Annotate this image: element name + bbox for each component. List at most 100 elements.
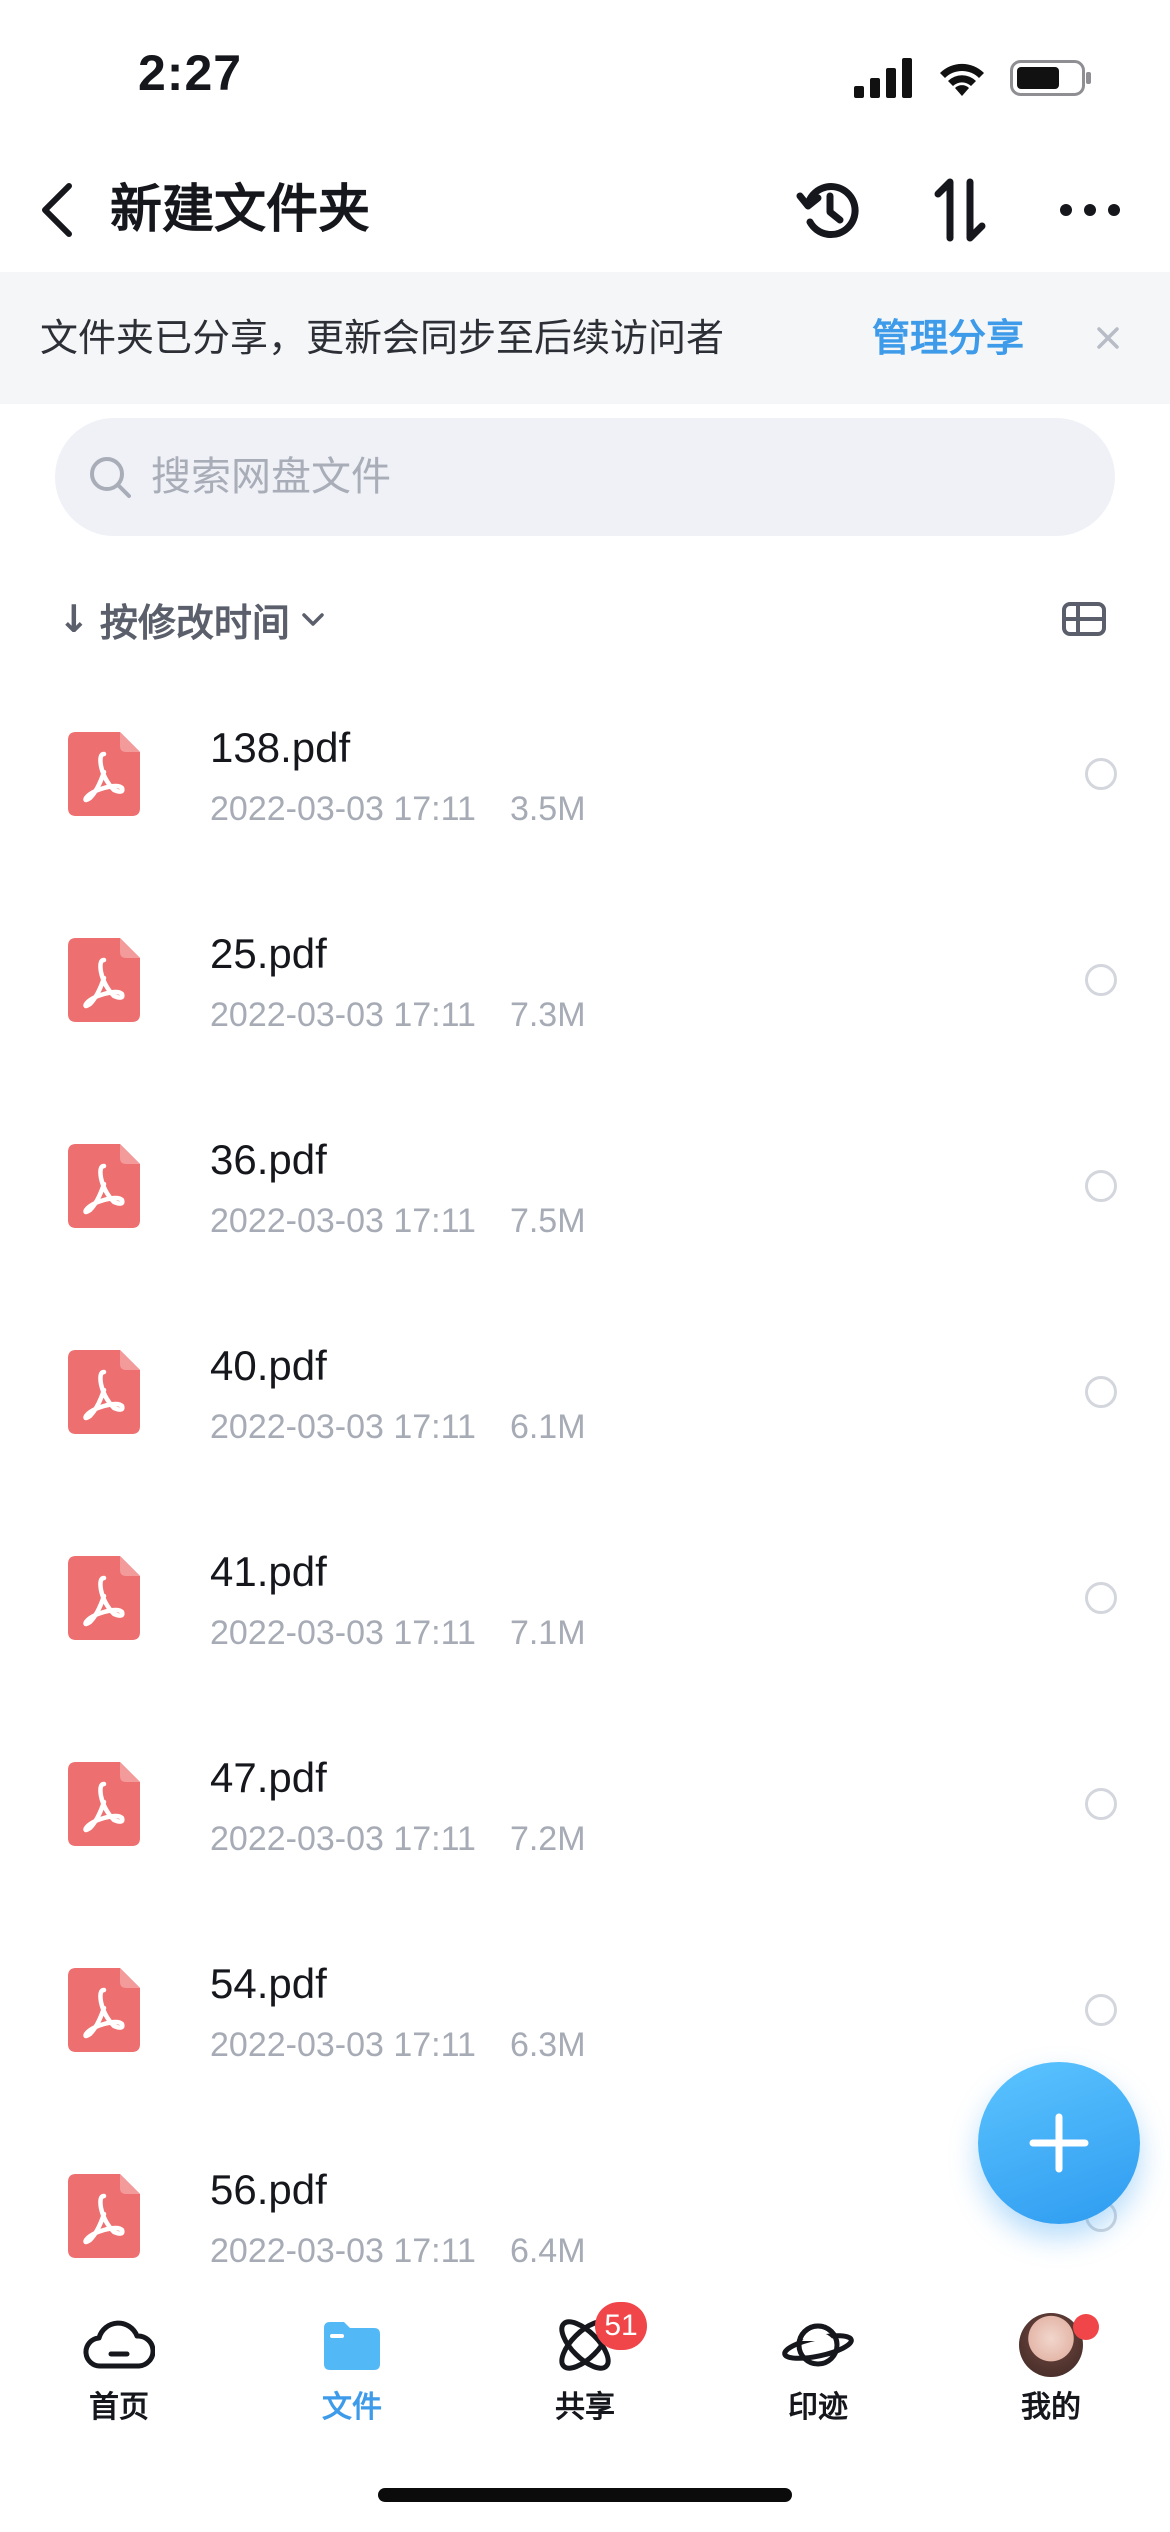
share-badge: 51 [595,2302,647,2350]
tab-share[interactable]: 51 共享 [495,2302,675,2425]
file-meta: 2022-03-03 17:11 6.4M [210,2232,586,2271]
battery-icon [1010,60,1091,96]
tab-profile[interactable]: 我的 [961,2302,1141,2425]
view-toggle-icon[interactable] [1060,596,1108,642]
tab-home[interactable]: 首页 [29,2302,209,2425]
home-indicator [378,2488,792,2502]
sort-row: ↓ 按修改时间 [0,580,1170,658]
nav-bar: 新建文件夹 [0,150,1170,270]
history-button[interactable] [790,172,870,248]
file-name: 47.pdf [210,1754,327,1801]
signal-icon [854,58,912,98]
pdf-file-icon [68,1762,140,1846]
file-date: 2022-03-03 17:11 [210,790,476,828]
file-name: 25.pdf [210,930,327,977]
file-name: 41.pdf [210,1548,327,1595]
chevron-down-icon [302,613,324,626]
page-title: 新建文件夹 [110,180,371,240]
status-time: 2:27 [138,45,243,101]
notification-dot [1073,2314,1099,2340]
file-date: 2022-03-03 17:11 [210,1408,476,1446]
search-icon [90,457,131,498]
pdf-file-icon [68,732,140,816]
select-checkbox[interactable] [1085,1788,1117,1820]
pdf-file-icon [68,1968,140,2052]
file-name: 56.pdf [210,2166,327,2213]
file-size: 3.5M [509,790,586,828]
file-name: 40.pdf [210,1342,327,1389]
file-row[interactable]: 138.pdf 2022-03-03 17:11 3.5M [0,676,1170,882]
nav-actions [790,172,1130,248]
pdf-file-icon [68,1556,140,1640]
file-date: 2022-03-03 17:11 [210,2026,476,2064]
planet-icon [782,2323,854,2367]
file-row[interactable]: 25.pdf 2022-03-03 17:11 7.3M [0,882,1170,1088]
cloud-icon [83,2320,155,2369]
select-checkbox[interactable] [1085,1994,1117,2026]
status-icons [854,54,1092,102]
pdf-file-icon [68,1350,140,1434]
sort-arrows-icon [934,178,986,242]
wifi-icon [940,63,984,96]
file-name: 54.pdf [210,1960,327,2007]
file-row[interactable]: 47.pdf 2022-03-03 17:11 7.2M [0,1706,1170,1912]
more-button[interactable] [1050,172,1130,248]
file-date: 2022-03-03 17:11 [210,1820,476,1858]
file-row[interactable]: 40.pdf 2022-03-03 17:11 6.1M [0,1294,1170,1500]
back-button[interactable] [22,172,92,248]
file-size: 6.3M [509,2026,586,2064]
history-icon [796,183,859,238]
tab-label: 共享 [555,2390,615,2425]
file-row[interactable]: 41.pdf 2022-03-03 17:11 7.1M [0,1500,1170,1706]
tab-label: 印迹 [788,2390,848,2425]
file-size: 7.2M [509,1820,586,1858]
share-banner-text: 文件夹已分享，更新会同步至后续访问者 [40,316,725,360]
file-row[interactable]: 54.pdf 2022-03-03 17:11 6.3M [0,1912,1170,2118]
file-meta: 2022-03-03 17:11 7.1M [210,1614,586,1653]
add-button[interactable] [978,2062,1140,2224]
select-checkbox[interactable] [1085,1582,1117,1614]
select-checkbox[interactable] [1085,1376,1117,1408]
banner-close-button[interactable] [1084,314,1132,362]
file-row[interactable]: 36.pdf 2022-03-03 17:11 7.5M [0,1088,1170,1294]
share-banner: 文件夹已分享，更新会同步至后续访问者 管理分享 [0,272,1170,404]
file-size: 7.5M [509,1202,586,1240]
file-date: 2022-03-03 17:11 [210,1614,476,1652]
manage-share-link[interactable]: 管理分享 [872,272,1024,404]
tab-label: 我的 [1021,2390,1081,2425]
file-date: 2022-03-03 17:11 [210,2232,476,2270]
file-meta: 2022-03-03 17:11 7.5M [210,1202,586,1241]
file-size: 6.4M [509,2232,586,2270]
sort-by-modified-button[interactable]: ↓ 按修改时间 [58,580,326,658]
file-date: 2022-03-03 17:11 [210,1202,476,1240]
tab-files[interactable]: 文件 [262,2302,442,2425]
pdf-file-icon [68,1144,140,1228]
tab-traces[interactable]: 印迹 [728,2302,908,2425]
file-size: 6.1M [509,1408,586,1446]
file-name: 138.pdf [210,724,351,771]
file-name: 36.pdf [210,1136,327,1183]
file-size: 7.3M [509,996,586,1034]
search-placeholder: 搜索网盘文件 [151,454,391,500]
file-meta: 2022-03-03 17:11 7.2M [210,1820,586,1859]
file-list: 138.pdf 2022-03-03 17:11 3.5M 25.pdf 2022-03… [0,676,1170,2276]
more-icon [1060,204,1120,216]
tab-label: 文件 [322,2390,382,2425]
file-meta: 2022-03-03 17:11 3.5M [210,790,586,829]
back-arrow-icon [42,183,72,237]
file-date: 2022-03-03 17:11 [210,996,476,1034]
status-bar: 2:27 [0,0,1170,150]
pdf-file-icon [68,2174,140,2258]
pdf-file-icon [68,938,140,1022]
sort-button[interactable] [920,172,1000,248]
sort-label: 按修改时间 [99,600,290,645]
tab-label: 首页 [89,2390,149,2425]
file-meta: 2022-03-03 17:11 6.3M [210,2026,586,2065]
select-checkbox[interactable] [1085,1170,1117,1202]
file-meta: 2022-03-03 17:11 6.1M [210,1408,586,1447]
folder-icon [324,2322,380,2370]
file-meta: 2022-03-03 17:11 7.3M [210,996,586,1035]
select-checkbox[interactable] [1085,758,1117,790]
select-checkbox[interactable] [1085,964,1117,996]
search-input[interactable]: 搜索网盘文件 [55,418,1115,536]
